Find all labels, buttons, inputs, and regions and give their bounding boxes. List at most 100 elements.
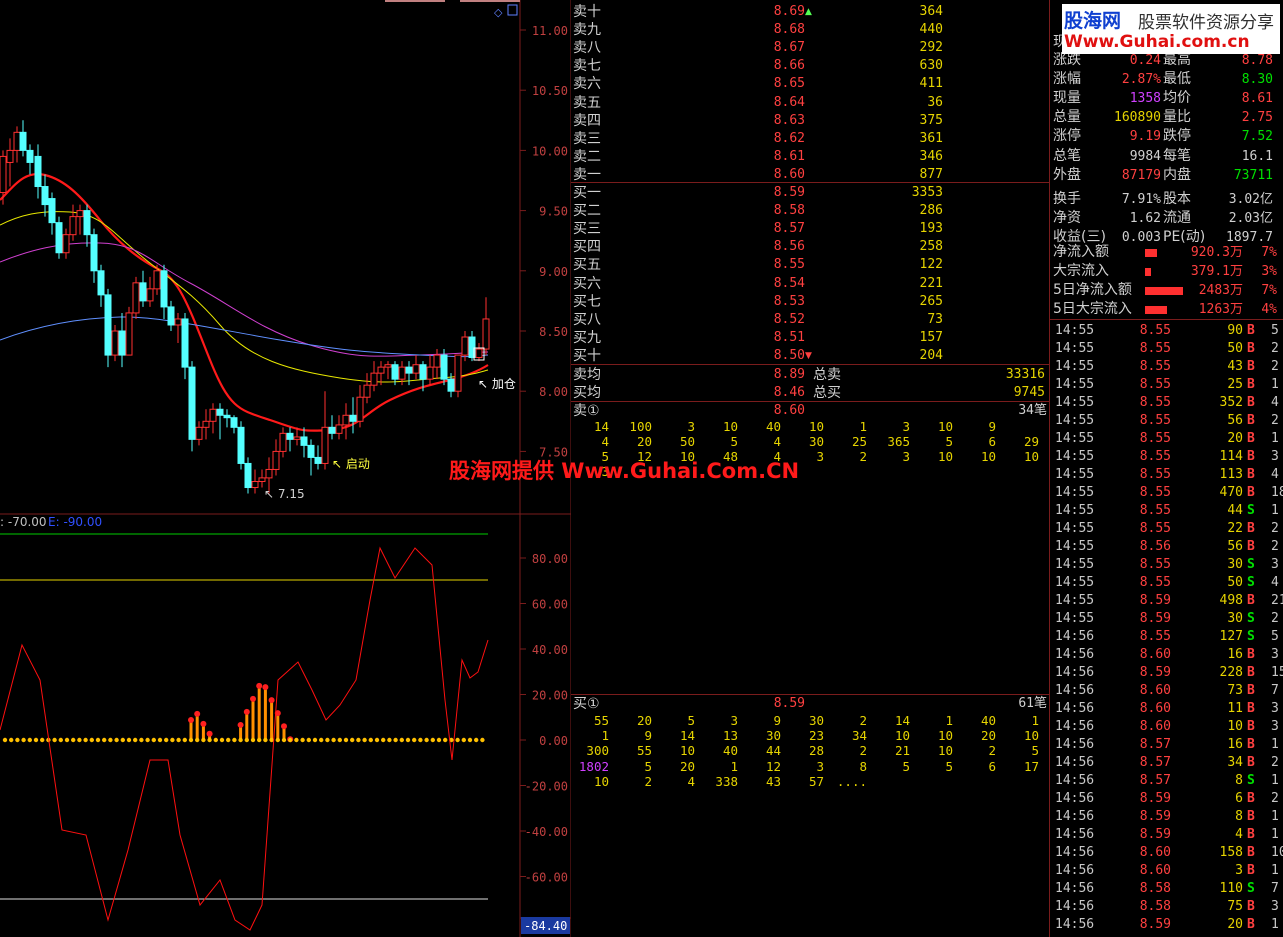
tick-time: 14:56	[1055, 719, 1095, 734]
bid-level[interactable]: 买一 8.59 3353	[571, 184, 1049, 202]
tick-row[interactable]: 14:55 8.55 56 B 2	[1051, 412, 1283, 430]
zero-line-dot	[368, 737, 373, 743]
bid-level[interactable]: 买九 8.51 157	[571, 329, 1049, 347]
ask-level[interactable]: 卖四 8.63 375	[571, 112, 1049, 130]
buy1-queue-count: 61笔	[1018, 696, 1047, 711]
queue-row: 1802 5 20 1 12 3 8 5 5 6 17	[571, 759, 1049, 774]
zero-line-dot	[182, 737, 187, 743]
ask-level[interactable]: 卖五 8.64 36	[571, 94, 1049, 112]
flow-row: 5日大宗流入 1263万 4%	[1053, 300, 1281, 319]
tick-row[interactable]: 14:55 8.55 43 B 2	[1051, 358, 1283, 376]
queue-cell: 57	[808, 773, 824, 789]
tick-row[interactable]: 14:56 8.57 8 S 1	[1051, 772, 1283, 790]
bid-level[interactable]: 买四 8.56 258	[571, 238, 1049, 256]
ask-level[interactable]: 卖六 8.65 411	[571, 75, 1049, 93]
tick-row[interactable]: 14:56 8.60 3 B 1	[1051, 862, 1283, 880]
tick-row[interactable]: 14:56 8.59 20 B 1	[1051, 916, 1283, 934]
ask-level[interactable]: 卖八 8.67 292	[571, 39, 1049, 57]
tick-row[interactable]: 14:56 8.58 75 B 3	[1051, 898, 1283, 916]
tick-time: 14:56	[1055, 917, 1095, 932]
tick-time: 14:56	[1055, 737, 1095, 752]
tick-row[interactable]: 14:55 8.55 114 B 3	[1051, 448, 1283, 466]
quote-value: 3.02亿	[1228, 191, 1273, 207]
candle-body	[398, 366, 406, 380]
queue-cell: 4	[601, 434, 609, 449]
tick-row[interactable]: 14:55 8.55 20 B 1	[1051, 430, 1283, 448]
bid-level[interactable]: 买三 8.57 193	[571, 220, 1049, 238]
zero-line-dot	[467, 737, 473, 743]
quote-key: 换手	[1053, 190, 1081, 207]
tick-row[interactable]: 14:56 8.55 127 S 5	[1051, 628, 1283, 646]
tick-row[interactable]: 14:55 8.55 50 B 2	[1051, 340, 1283, 358]
zero-line-dot	[213, 737, 218, 743]
tick-price: 8.55	[1139, 503, 1171, 518]
bid-level[interactable]: 买六 8.54 221	[571, 275, 1049, 293]
tick-row[interactable]: 14:56 8.57 16 B 1	[1051, 736, 1283, 754]
tick-row[interactable]: 14:56 8.60 10 B 3	[1051, 718, 1283, 736]
tick-row[interactable]: 14:56 8.59 6 B 2	[1051, 790, 1283, 808]
candle-body	[76, 210, 84, 218]
tick-row[interactable]: 14:55 8.55 90 B 5	[1051, 322, 1283, 340]
queue-cell: 365	[887, 434, 910, 449]
zero-line-dot	[2, 737, 8, 743]
tick-row[interactable]: 14:55 8.55 22 B 2	[1051, 520, 1283, 538]
ask-level[interactable]: 卖十 8.69 364 ▲	[571, 3, 1049, 21]
tick-side: B	[1247, 719, 1255, 734]
zero-line-dot	[126, 737, 132, 743]
quote-key: 涨停	[1053, 128, 1081, 145]
tick-side: B	[1247, 395, 1255, 410]
tick-row[interactable]: 14:56 8.60 11 B 3	[1051, 700, 1283, 718]
bid-level[interactable]: 买七 8.53 265	[571, 293, 1049, 311]
bid-level[interactable]: 买五 8.55 122	[571, 256, 1049, 274]
tick-row[interactable]: 14:56 8.59 8 B 1	[1051, 808, 1283, 826]
tick-row[interactable]: 14:55 8.55 113 B 4	[1051, 466, 1283, 484]
tick-side: B	[1247, 683, 1255, 698]
tick-row[interactable]: 14:56 8.59 4 B 1	[1051, 826, 1283, 844]
ask-level[interactable]: 卖二 8.61 346	[571, 148, 1049, 166]
tick-row[interactable]: 14:56 8.60 158 B 10	[1051, 844, 1283, 862]
bid-level[interactable]: 买十 8.50 204 ▼	[571, 347, 1049, 365]
ask-level[interactable]: 卖七 8.66 630	[571, 57, 1049, 75]
tick-row[interactable]: 14:55 8.59 498 B 21	[1051, 592, 1283, 610]
price-tick-label: 9.00	[539, 265, 568, 279]
ask-label: 卖五	[573, 94, 601, 111]
ask-level[interactable]: 卖九 8.68 440	[571, 21, 1049, 39]
tick-row[interactable]: 14:56 8.60 73 B 7	[1051, 682, 1283, 700]
sell1-queue-header: 卖① 8.60 34笔	[571, 402, 1049, 420]
tick-row[interactable]: 14:55 8.55 50 S 4	[1051, 574, 1283, 592]
ask-level[interactable]: 卖三 8.62 361	[571, 130, 1049, 148]
quote-key: 总笔	[1053, 147, 1081, 164]
tick-row[interactable]: 14:55 8.55 352 B 4	[1051, 394, 1283, 412]
tick-row[interactable]: 14:56 8.58 110 S 7	[1051, 880, 1283, 898]
queue-row: 1 9 14 13 30 23 34 10 10 20 10	[571, 728, 1049, 743]
queue-cell: 20	[980, 728, 996, 744]
price-tick-label: 10.50	[532, 84, 568, 98]
tick-row[interactable]: 14:55 8.55 470 B 18	[1051, 484, 1283, 502]
zero-line-dot	[164, 737, 169, 743]
tick-row[interactable]: 14:55 8.55 44 S 1	[1051, 502, 1283, 520]
zero-line-dot	[238, 737, 243, 743]
tick-volume: 6	[1235, 791, 1243, 806]
bid-level[interactable]: 买二 8.58 286	[571, 202, 1049, 220]
tick-row[interactable]: 14:55 8.56 56 B 2	[1051, 538, 1283, 556]
tick-row[interactable]: 14:56 8.57 34 B 2	[1051, 754, 1283, 772]
queue-cell: 1	[945, 713, 953, 728]
tick-count: 1	[1271, 503, 1279, 518]
tick-row[interactable]: 14:55 8.55 30 S 3	[1051, 556, 1283, 574]
tick-row[interactable]: 14:55 8.55 25 B 1	[1051, 376, 1283, 394]
quote-row: 总量 160890 量比 2.75	[1053, 108, 1281, 127]
bid-level[interactable]: 买八 8.52 73	[571, 311, 1049, 329]
flow-bar	[1145, 249, 1157, 257]
tick-price: 8.55	[1139, 449, 1171, 464]
queue-cell: 8	[859, 758, 867, 774]
zero-line-dot	[102, 737, 107, 743]
avg-buy-price: 8.46	[773, 385, 805, 400]
candle-body	[216, 408, 224, 416]
zero-line-dot	[9, 737, 14, 743]
queue-cell: 14	[894, 713, 910, 728]
zero-line-dot	[176, 737, 181, 743]
tick-row[interactable]: 14:56 8.60 16 B 3	[1051, 646, 1283, 664]
tick-row[interactable]: 14:56 8.59 228 B 15	[1051, 664, 1283, 682]
tick-row[interactable]: 14:55 8.59 30 S 2	[1051, 610, 1283, 628]
bid-price: 8.57	[773, 221, 805, 237]
